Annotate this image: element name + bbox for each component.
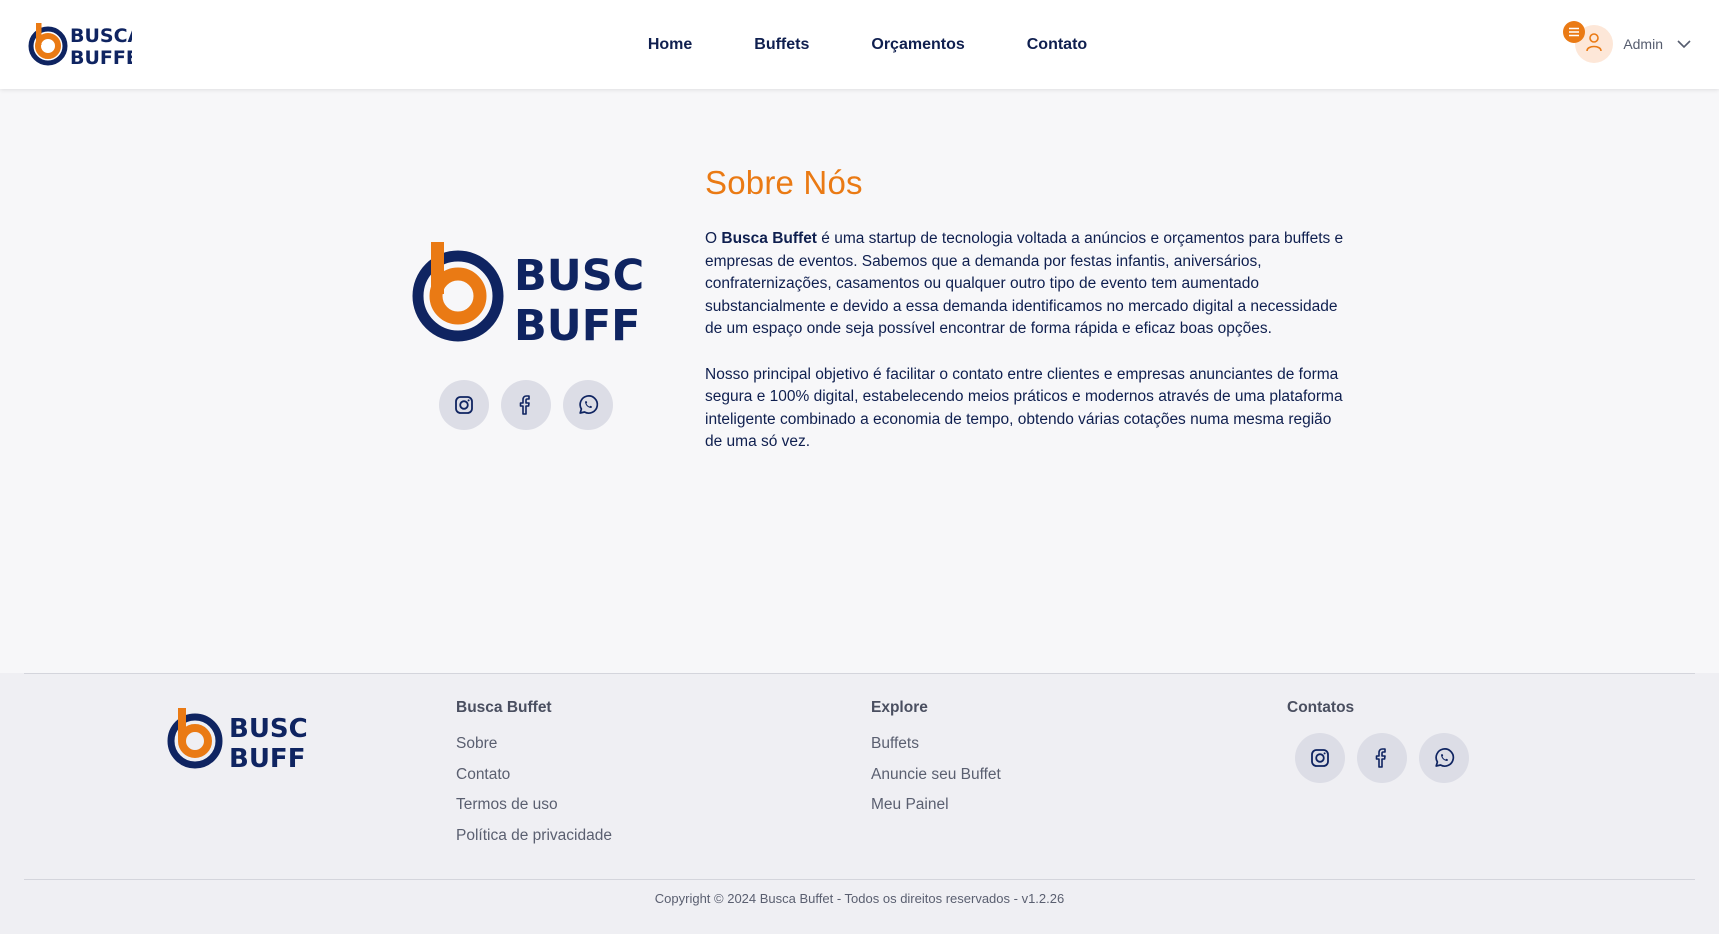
footer-link-anuncie[interactable]: Anuncie seu Buffet bbox=[871, 760, 1001, 791]
footer-heading: Contatos bbox=[1287, 699, 1355, 716]
footer: BUSCA BUFFET Busca Buffet Sobre Contato … bbox=[0, 673, 1719, 934]
nav-contato[interactable]: Contato bbox=[1027, 36, 1087, 54]
footer-col-contatos: Contatos bbox=[1287, 699, 1354, 729]
facebook-icon[interactable] bbox=[1357, 733, 1407, 783]
footer-col-busca-buffet: Busca Buffet Sobre Contato Termos de uso… bbox=[456, 699, 612, 851]
svg-text:BUFFET: BUFFET bbox=[514, 301, 644, 346]
nav-buffets[interactable]: Buffets bbox=[754, 36, 809, 54]
copyright-text: Copyright © 2024 Busca Buffet - Todos os… bbox=[654, 891, 1065, 906]
svg-text:BUFFET: BUFFET bbox=[70, 47, 132, 68]
user-icon bbox=[1585, 32, 1603, 57]
about-paragraph-1: O Busca Buffet é uma startup de tecnolog… bbox=[705, 230, 1344, 337]
svg-text:BUSCA: BUSCA bbox=[514, 251, 644, 301]
facebook-icon[interactable] bbox=[501, 380, 551, 430]
user-menu[interactable]: Admin bbox=[1563, 21, 1691, 64]
footer-heading: Explore bbox=[871, 699, 928, 716]
nav-home[interactable]: Home bbox=[648, 36, 692, 54]
instagram-icon[interactable] bbox=[439, 380, 489, 430]
menu-icon[interactable] bbox=[1563, 21, 1586, 43]
about-paragraph-2: Nosso principal objetivo é facilitar o c… bbox=[705, 365, 1343, 451]
footer-link-contato[interactable]: Contato bbox=[456, 760, 612, 791]
chevron-down-icon[interactable] bbox=[1677, 39, 1691, 49]
footer-link-termos[interactable]: Termos de uso bbox=[456, 790, 612, 821]
brand-logo[interactable]: BUSCA BUFFET bbox=[28, 20, 152, 73]
svg-text:BUSCA: BUSCA bbox=[70, 25, 132, 47]
footer-divider bbox=[24, 879, 1695, 880]
svg-text:BUSCA: BUSCA bbox=[229, 714, 307, 744]
footer-link-meu-painel[interactable]: Meu Painel bbox=[871, 790, 1001, 821]
footer-link-sobre[interactable]: Sobre bbox=[456, 729, 612, 760]
about-section: Sobre Nós O Busca Buffet é uma startup d… bbox=[705, 164, 1350, 477]
user-name[interactable]: Admin bbox=[1623, 36, 1663, 52]
main-nav: Home Buffets Orçamentos Contato bbox=[0, 0, 1719, 89]
svg-text:BUFFET: BUFFET bbox=[229, 744, 307, 771]
footer-link-privacidade[interactable]: Política de privacidade bbox=[456, 821, 612, 852]
about-social-links bbox=[439, 380, 613, 430]
footer-divider bbox=[24, 673, 1695, 674]
about-title: Sobre Nós bbox=[705, 164, 863, 201]
footer-social-links bbox=[1295, 733, 1469, 783]
top-navbar: BUSCA BUFFET Home Buffets Orçamentos Con… bbox=[0, 0, 1719, 89]
footer-link-buffets[interactable]: Buffets bbox=[871, 729, 1001, 760]
whatsapp-icon[interactable] bbox=[1419, 733, 1469, 783]
whatsapp-icon[interactable] bbox=[563, 380, 613, 430]
instagram-icon[interactable] bbox=[1295, 733, 1345, 783]
about-brand-logo: BUSCA BUFFET bbox=[412, 240, 700, 351]
footer-brand-logo[interactable]: BUSCA BUFFET bbox=[167, 707, 341, 776]
footer-col-explore: Explore Buffets Anuncie seu Buffet Meu P… bbox=[871, 699, 1001, 821]
footer-heading: Busca Buffet bbox=[456, 699, 552, 716]
nav-orcamentos[interactable]: Orçamentos bbox=[871, 36, 964, 54]
avatar[interactable] bbox=[1563, 21, 1614, 63]
brand-name: Busca Buffet bbox=[721, 230, 817, 247]
